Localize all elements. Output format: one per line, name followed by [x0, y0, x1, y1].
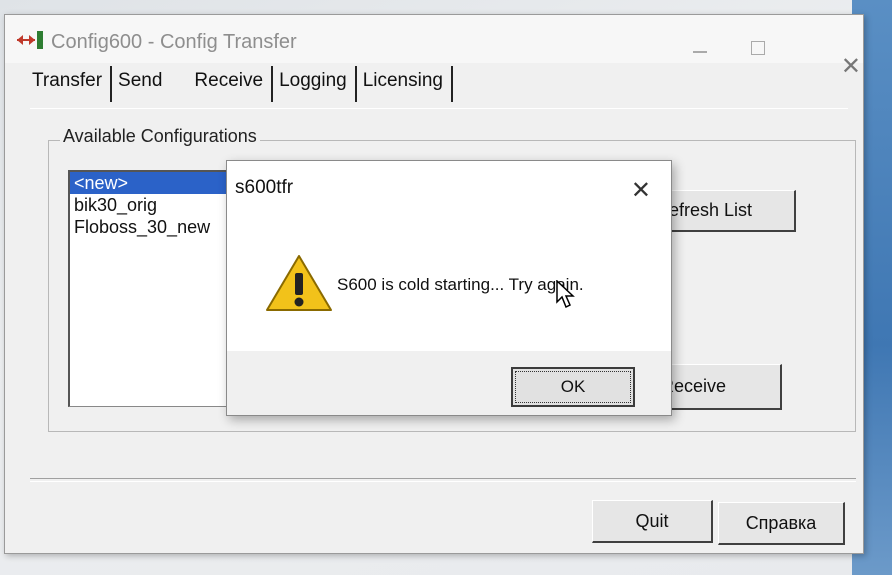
- app-transfer-icon: [17, 31, 43, 49]
- titlebar: Config600 - Config Transfer ✕: [5, 15, 863, 79]
- tab-send[interactable]: Send: [112, 66, 188, 102]
- tab-logging[interactable]: Logging: [273, 66, 357, 102]
- close-icon[interactable]: ✕: [841, 55, 861, 79]
- list-item[interactable]: <new>: [70, 172, 240, 194]
- configurations-list[interactable]: <new> bik30_orig Floboss_30_new: [68, 170, 241, 407]
- message-dialog: s600tfr ✕ S600 is cold starting... Try a…: [226, 160, 672, 416]
- dialog-titlebar: s600tfr ✕: [227, 161, 671, 207]
- help-button[interactable]: Справка: [718, 502, 845, 545]
- dialog-message: S600 is cold starting... Try again.: [337, 275, 584, 294]
- dialog-body: S600 is cold starting... Try again.: [227, 207, 671, 351]
- mouse-cursor-icon: [556, 280, 575, 309]
- divider: [30, 478, 856, 482]
- dialog-title: s600tfr: [235, 177, 294, 198]
- tab-transfer[interactable]: Transfer: [26, 66, 113, 102]
- list-item[interactable]: bik30_orig: [70, 194, 240, 216]
- window-title: Config600 - Config Transfer: [51, 31, 297, 53]
- tab-bar: Transfer Send Receive Logging Licensing: [26, 66, 453, 106]
- quit-button[interactable]: Quit: [592, 500, 713, 543]
- tab-receive[interactable]: Receive: [188, 66, 274, 102]
- configurations-group-label: Available Configurations: [60, 126, 260, 147]
- maximize-button[interactable]: [751, 41, 765, 55]
- ok-button[interactable]: OK: [511, 367, 635, 407]
- minimize-button[interactable]: [693, 51, 707, 53]
- dialog-close-icon[interactable]: ✕: [631, 179, 651, 203]
- list-item[interactable]: Floboss_30_new: [70, 216, 240, 238]
- tab-licensing[interactable]: Licensing: [357, 66, 453, 102]
- warning-icon: [266, 255, 332, 311]
